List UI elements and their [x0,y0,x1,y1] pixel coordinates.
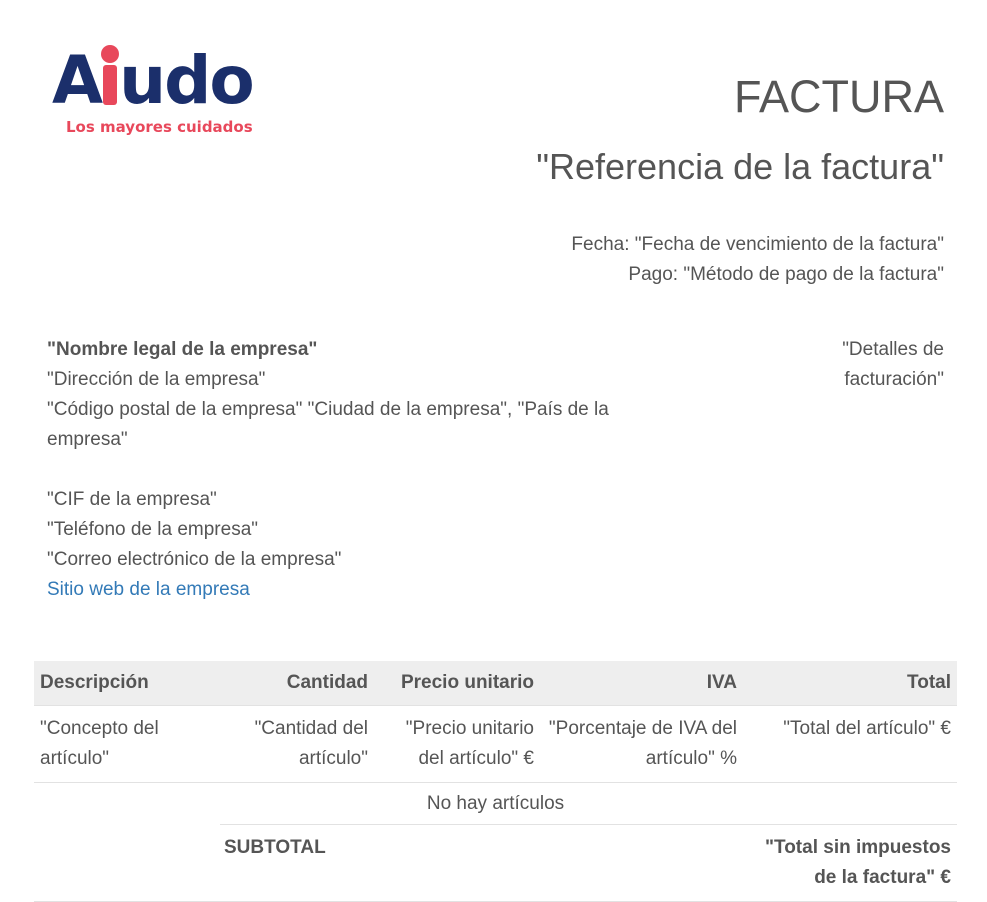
item-vat: "Porcentaje de IVA del artículo" % [540,705,743,783]
logo-wordmark: Audo [52,42,255,119]
item-unit-price: "Precio unitario del artículo" € [374,705,540,783]
company-phone: "Teléfono de la empresa" [47,519,259,540]
subtotal-row: SUBTOTAL "Total sin impuestos de la fact… [34,824,957,902]
item-total: "Total del artículo" € [743,705,957,783]
invoice-meta: Fecha: "Fecha de vencimiento de la factu… [571,230,944,290]
payment-method-value: "Método de pago de la factura" [683,264,944,285]
due-date-value: "Fecha de vencimiento de la factura" [634,234,944,255]
empty-row: No hay artículos [34,782,957,825]
table-header-row: Descripción Cantidad Precio unitario IVA… [34,661,957,706]
invoice-title: FACTURA [733,71,944,122]
no-items-message: No hay artículos [34,782,957,825]
company-website-link[interactable]: Sitio web de la empresa [47,579,250,600]
header-quantity: Cantidad [220,661,374,706]
due-date-row: Fecha: "Fecha de vencimiento de la factu… [571,230,944,260]
item-quantity: "Cantidad del artículo" [220,705,374,783]
logo-tagline: Los mayores cuidados [66,118,253,136]
payment-method-label: Pago: [628,264,679,285]
header-vat: IVA [540,661,743,706]
company-details: "Nombre legal de la empresa" "Dirección … [47,335,667,605]
company-legal-name: "Nombre legal de la empresa" [47,339,318,360]
company-postal-city-country: "Código postal de la empresa" "Ciudad de… [47,399,609,450]
billing-details: "Detalles de facturación" [842,339,944,390]
logo-i-letter [101,45,120,105]
invoice-reference: "Referencia de la factura" [536,146,944,187]
company-logo: Audo Los mayores cuidados [52,42,272,140]
header-unit-price: Precio unitario [374,661,540,706]
header-description: Descripción [34,661,220,706]
header-total: Total [743,661,957,706]
company-address: "Dirección de la empresa" [47,369,266,390]
subtotal-label: SUBTOTAL [220,824,540,902]
payment-method-row: Pago: "Método de pago de la factura" [571,260,944,290]
company-tax-id: "CIF de la empresa" [47,489,217,510]
item-description: "Concepto del artículo" [34,705,220,783]
logo-i-dot [101,45,120,63]
subtotal-value: "Total sin impuestos de la factura" € [540,824,957,902]
table-row: "Concepto del artículo" "Cantidad del ar… [34,705,957,783]
items-table: Descripción Cantidad Precio unitario IVA… [34,661,957,902]
company-email: "Correo electrónico de la empresa" [47,549,342,570]
due-date-label: Fecha: [571,234,630,255]
subtotal-spacer [34,824,220,902]
